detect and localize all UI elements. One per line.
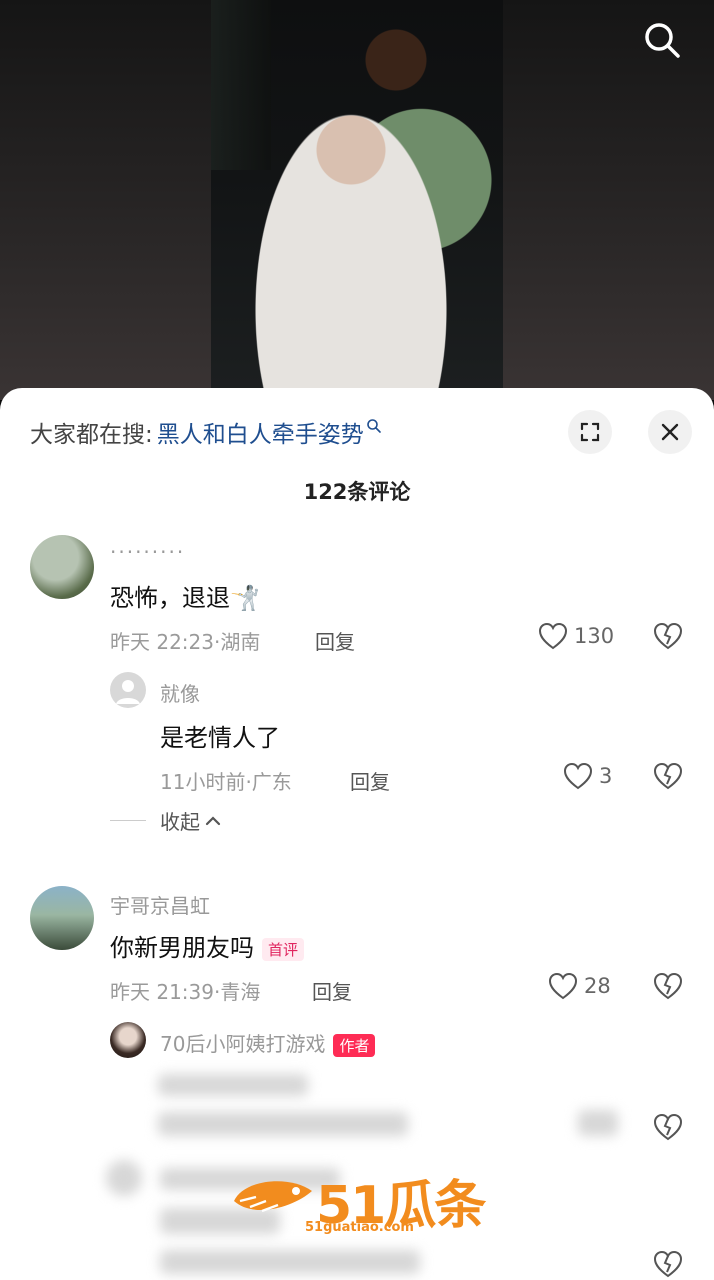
comment-meta: 昨天 21:39·青海 [110,980,261,1004]
close-icon [661,423,679,441]
comment-meta: 昨天 22:23·湖南 [110,630,261,654]
close-button[interactable] [648,410,692,454]
like-button[interactable]: 28 [548,972,611,1000]
broken-heart-icon [653,1113,683,1141]
watermark-logo: 51瓜条 51guatiao.com [230,1160,490,1240]
blurred-content [160,1250,420,1274]
collapse-label: 收起 [160,810,200,834]
reply-username[interactable]: 就像 [160,678,200,707]
avatar[interactable] [110,672,146,708]
comment-sheet: 大家都在搜: 黑人和白人牵手姿势 122条评论 ········· 恐怖，退退🤺… [0,388,714,1280]
heart-icon [563,762,593,790]
avatar[interactable] [30,886,94,950]
comment-username[interactable]: ········· [110,540,185,564]
video-frame[interactable] [211,0,503,392]
blurred-content [158,1112,408,1136]
expand-icon [580,422,600,442]
dislike-button[interactable] [653,1113,683,1145]
comment-text: 恐怖，退退🤺 [110,584,260,612]
like-count: 130 [574,624,615,648]
avatar[interactable] [30,535,94,599]
watermark-url: 51guatiao.com [305,1220,414,1235]
reply-username[interactable]: 70后小阿姨打游戏 作者 [160,1028,376,1057]
broken-heart-icon [653,622,683,650]
broken-heart-icon [653,972,683,1000]
reply-button[interactable]: 回复 [315,626,355,655]
like-count: 3 [599,764,613,788]
dislike-button[interactable] [653,972,683,1004]
dislike-button[interactable] [653,762,683,794]
search-button[interactable] [640,18,684,62]
comment-text-content: 你新男朋友吗 [110,934,254,962]
chevron-up-icon [205,815,221,825]
suggested-search-query[interactable]: 黑人和白人牵手姿势 [157,415,364,449]
expand-button[interactable] [568,410,612,454]
heart-icon [548,972,578,1000]
comment-username[interactable]: 宇哥京昌虹 [110,890,210,919]
comments-count: 122条评论 [303,480,411,504]
blurred-content [158,1074,308,1096]
background-trees [211,0,271,170]
like-button[interactable]: 130 [538,622,614,650]
fish-logo-icon [234,1181,312,1213]
avatar[interactable] [110,1022,146,1058]
divider [110,820,146,821]
collapse-replies[interactable]: 收起 [110,806,222,835]
broken-heart-icon [653,762,683,790]
heart-icon [538,622,568,650]
reply-button[interactable]: 回复 [350,766,390,795]
blurred-avatar [106,1160,142,1196]
dislike-button[interactable] [653,622,683,654]
reply-username-text: 70后小阿姨打游戏 [160,1032,326,1056]
default-avatar-icon [116,680,140,704]
first-comment-badge: 首评 [262,937,305,961]
reply-button[interactable]: 回复 [312,976,352,1005]
comment-text: 你新男朋友吗 首评 [110,928,305,963]
broken-heart-icon [653,1250,683,1278]
search-small-icon [366,419,381,433]
dislike-button[interactable] [653,1250,683,1280]
blurred-content [578,1110,618,1136]
reply-meta: 11小时前·广东 [160,770,292,794]
reply-text: 是老情人了 [160,724,280,752]
author-badge: 作者 [333,1034,376,1057]
like-button[interactable]: 3 [563,762,612,790]
like-count: 28 [584,974,611,998]
search-icon [645,23,680,58]
suggested-search-prefix: 大家都在搜: [30,422,153,448]
